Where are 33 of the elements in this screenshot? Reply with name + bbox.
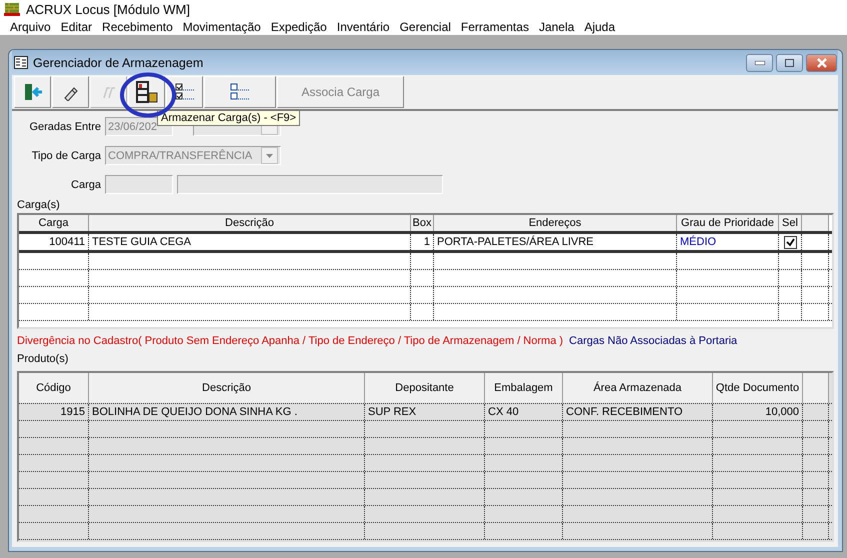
field-label: Geradas Entre [28,120,101,132]
window-title: Gerenciador de Armazenagem [33,56,204,70]
legend-text: Divergência no Cadastro( Produto Sem Endereço Apanha / Tipo de Endereço / Tipo de Armazenagem / Norma ) [17,335,564,347]
field-label: Carga [70,178,101,190]
field-label: Tipo de Carga [30,150,101,162]
table-cell: PORTA-PALETES/ÁREA LIVRE [434,234,677,250]
column-header: Embalagem [485,373,563,403]
column-header: Descrição [89,215,411,231]
table-cell: SUP REX [365,404,485,420]
table-cell: BOLINHA DE QUEIJO DONA SINHA KG . [89,404,365,420]
column-header: Endereços [434,215,677,231]
table-cell: 1915 [19,404,89,420]
column-header: Sel [779,215,802,231]
legend-text: Cargas Não Associadas à Portaria [569,335,738,347]
table-cell: 10,000 [713,404,803,420]
section-label: Carga(s) [17,198,61,213]
app-title: ACRUX Locus [Módulo WM] [26,2,190,17]
column-header: Box [411,215,434,231]
table-cell: 100411 [19,234,89,250]
table-cell: CX 40 [485,404,563,420]
column-header: Código [19,373,89,403]
section-label: Produto(s) [17,352,70,367]
column-header: Depositante [365,373,485,403]
column-header: Carga [19,215,89,231]
table-cell: 1 [411,234,434,250]
table-cell: CONF. RECEBIMENTO [563,404,713,420]
column-header: Grau de Prioridade [677,215,779,231]
column-header: Descrição [89,373,365,403]
table-cell: MÉDIO [677,234,779,250]
column-header: Qtde Documento [713,373,803,403]
tooltip: Armazenar Carga(s) - <F9> [157,110,300,126]
column-header: Área Armazenada [563,373,713,403]
table-cell: TESTE GUIA CEGA [89,234,411,250]
